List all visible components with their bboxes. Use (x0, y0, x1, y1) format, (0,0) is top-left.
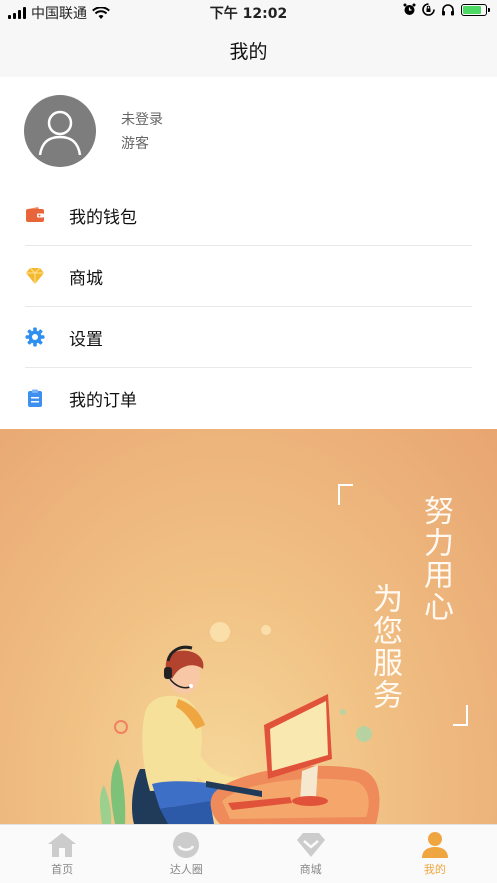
user-silhouette-icon (38, 110, 82, 156)
tab-label: 我的 (423, 863, 446, 876)
smile-icon (170, 831, 202, 859)
battery-icon (461, 3, 490, 16)
shop-icon (295, 831, 327, 859)
menu-item-label: 设置 (69, 329, 103, 350)
menu-item-shop[interactable]: 商城 (25, 246, 472, 307)
nav-bar: 我的 (0, 24, 497, 77)
customer-service-illustration (100, 484, 468, 824)
slogan-line-1: 努力用心 (418, 495, 453, 623)
status-bar: 中国联通 下午 12:02 (0, 0, 497, 24)
rotation-lock-icon (422, 3, 435, 16)
menu-item-settings[interactable]: 设置 (25, 307, 472, 368)
user-icon (419, 831, 451, 859)
avatar[interactable] (24, 95, 96, 167)
menu-item-orders[interactable]: 我的订单 (25, 368, 472, 429)
wallet-icon (25, 205, 45, 225)
tab-community[interactable]: 达人圈 (124, 825, 248, 883)
diamond-icon (25, 266, 45, 286)
menu-item-label: 我的钱包 (69, 207, 137, 228)
clipboard-icon (25, 389, 45, 409)
menu-item-label: 我的订单 (69, 391, 137, 411)
gear-icon (25, 327, 45, 347)
headphones-icon (442, 4, 454, 16)
user-name: 游客 (121, 136, 149, 152)
menu-list: 我的钱包 商城 设置 我的订单 (0, 185, 497, 429)
profile-info: 未登录 游客 (121, 109, 163, 153)
menu-item-label: 商城 (69, 268, 103, 289)
menu-item-wallet[interactable]: 我的钱包 (25, 185, 472, 246)
login-status[interactable]: 未登录 (121, 109, 163, 129)
status-right (403, 3, 490, 16)
slogan-line-2: 为您服务 (367, 583, 402, 711)
tab-mine[interactable]: 我的 (373, 825, 497, 883)
alarm-icon (403, 3, 416, 15)
tab-bar: 首页 达人圈 商城 我的 (0, 824, 497, 883)
tab-label: 首页 (51, 863, 74, 876)
service-banner: 努力用心 为您服务 (0, 429, 497, 824)
home-icon (46, 831, 78, 859)
page-title: 我的 (229, 41, 268, 63)
tab-shop[interactable]: 商城 (249, 825, 373, 883)
tab-label: 达人圈 (169, 863, 203, 876)
tab-label: 商城 (299, 863, 322, 876)
profile-header[interactable]: 未登录 游客 (24, 95, 473, 167)
tab-home[interactable]: 首页 (0, 825, 124, 883)
